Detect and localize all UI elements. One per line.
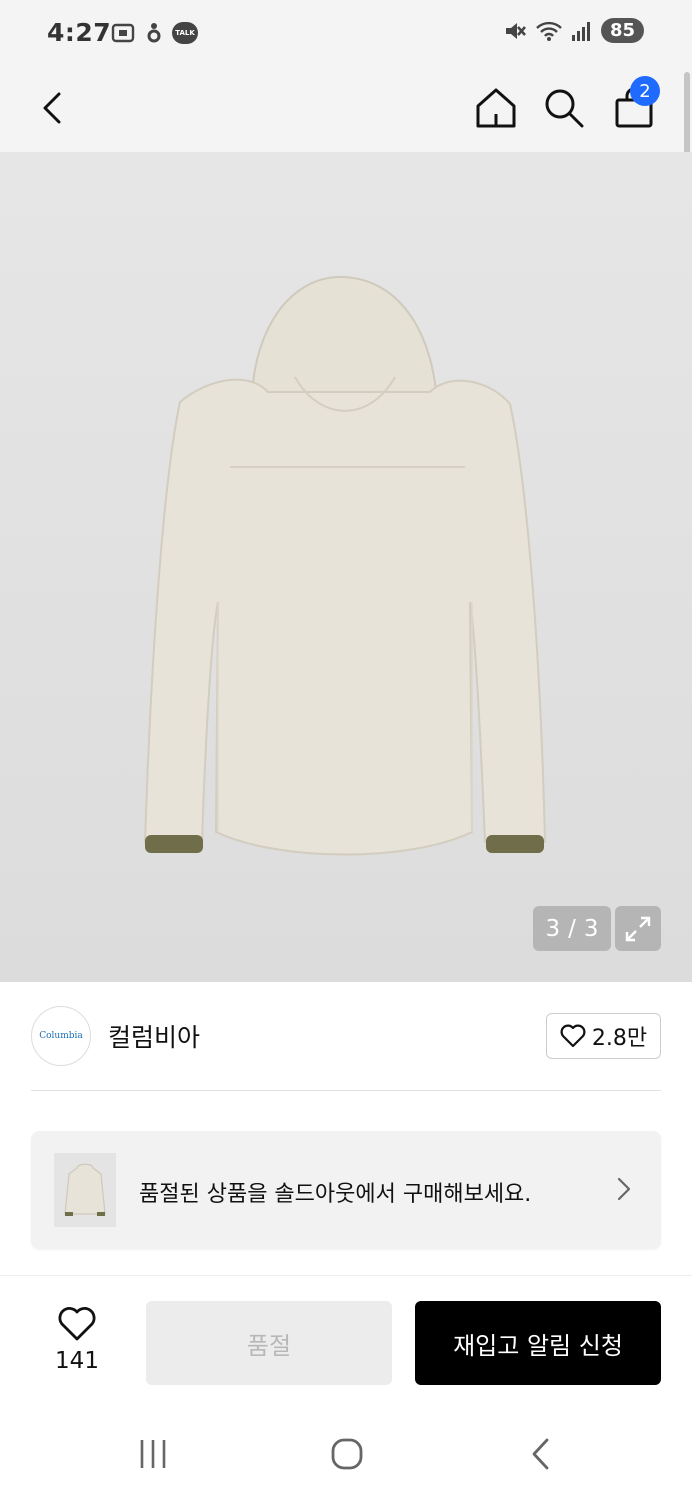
cart-count-badge: 2 (630, 76, 660, 106)
battery-indicator: 85 (600, 18, 644, 43)
chevron-right-icon (617, 1177, 631, 1201)
recent-apps-icon (140, 1440, 166, 1468)
wishlist-count: 141 (55, 1348, 99, 1374)
mute-icon (505, 22, 526, 39)
status-right-icons: 85 (503, 18, 644, 43)
heart-outline-icon (560, 1024, 586, 1048)
expand-icon (625, 916, 651, 941)
image-counter-current: 3 (545, 915, 561, 942)
top-navigation (0, 68, 692, 152)
wifi-icon (536, 21, 562, 41)
jacket-image (143, 275, 547, 856)
scrollbar[interactable] (684, 72, 690, 156)
wishlist-button[interactable]: 141 (50, 1306, 104, 1374)
brand-like-button[interactable]: 2.8만 (546, 1013, 661, 1059)
home-system-button[interactable] (322, 1434, 372, 1474)
app-icon (147, 23, 161, 43)
brand-logo[interactable]: Columbia (31, 1006, 91, 1066)
back-icon (43, 92, 61, 124)
status-time: 4:27 (47, 18, 112, 47)
jacket-thumbnail-image (64, 1163, 106, 1216)
status-left-icons: TALK (110, 20, 198, 46)
soldout-button: 품절 (146, 1301, 392, 1385)
home-icon (476, 88, 516, 128)
banner-arrow (615, 1175, 633, 1207)
image-counter: 3 / 3 (533, 906, 611, 951)
image-counter-separator: / (568, 915, 576, 942)
home-circle-icon (331, 1438, 363, 1470)
system-back-icon (532, 1438, 549, 1470)
signal-icon (571, 21, 590, 41)
status-bar: 4:27 TALK 85 (0, 0, 692, 68)
system-navigation (0, 1400, 692, 1500)
brand-name[interactable]: 컬럼비아 (108, 1018, 200, 1054)
heart-icon (58, 1307, 96, 1341)
image-counter-total: 3 (583, 915, 599, 942)
banner-text: 품절된 상품을 솔드아웃에서 구매해보세요. (139, 1182, 532, 1207)
expand-image-button[interactable] (615, 906, 661, 951)
talk-icon: TALK (172, 22, 198, 44)
bottom-action-bar: 141 품절 재입고 알림 신청 (0, 1275, 692, 1400)
product-image[interactable] (0, 152, 692, 982)
divider (31, 1090, 661, 1091)
recent-apps-button[interactable] (128, 1434, 178, 1474)
brand-like-count: 2.8만 (591, 1026, 648, 1051)
banner-thumbnail (54, 1153, 116, 1227)
system-back-button[interactable] (516, 1434, 566, 1474)
search-icon (545, 89, 584, 128)
screenshot-icon (111, 23, 135, 43)
restock-alert-button[interactable]: 재입고 알림 신청 (415, 1301, 661, 1385)
home-button[interactable] (468, 78, 524, 138)
brand-logo-text: Columbia (39, 1031, 83, 1041)
back-button[interactable] (26, 78, 82, 138)
soldout-banner[interactable]: 품절된 상품을 솔드아웃에서 구매해보세요. (31, 1131, 661, 1249)
search-button[interactable] (536, 78, 592, 138)
